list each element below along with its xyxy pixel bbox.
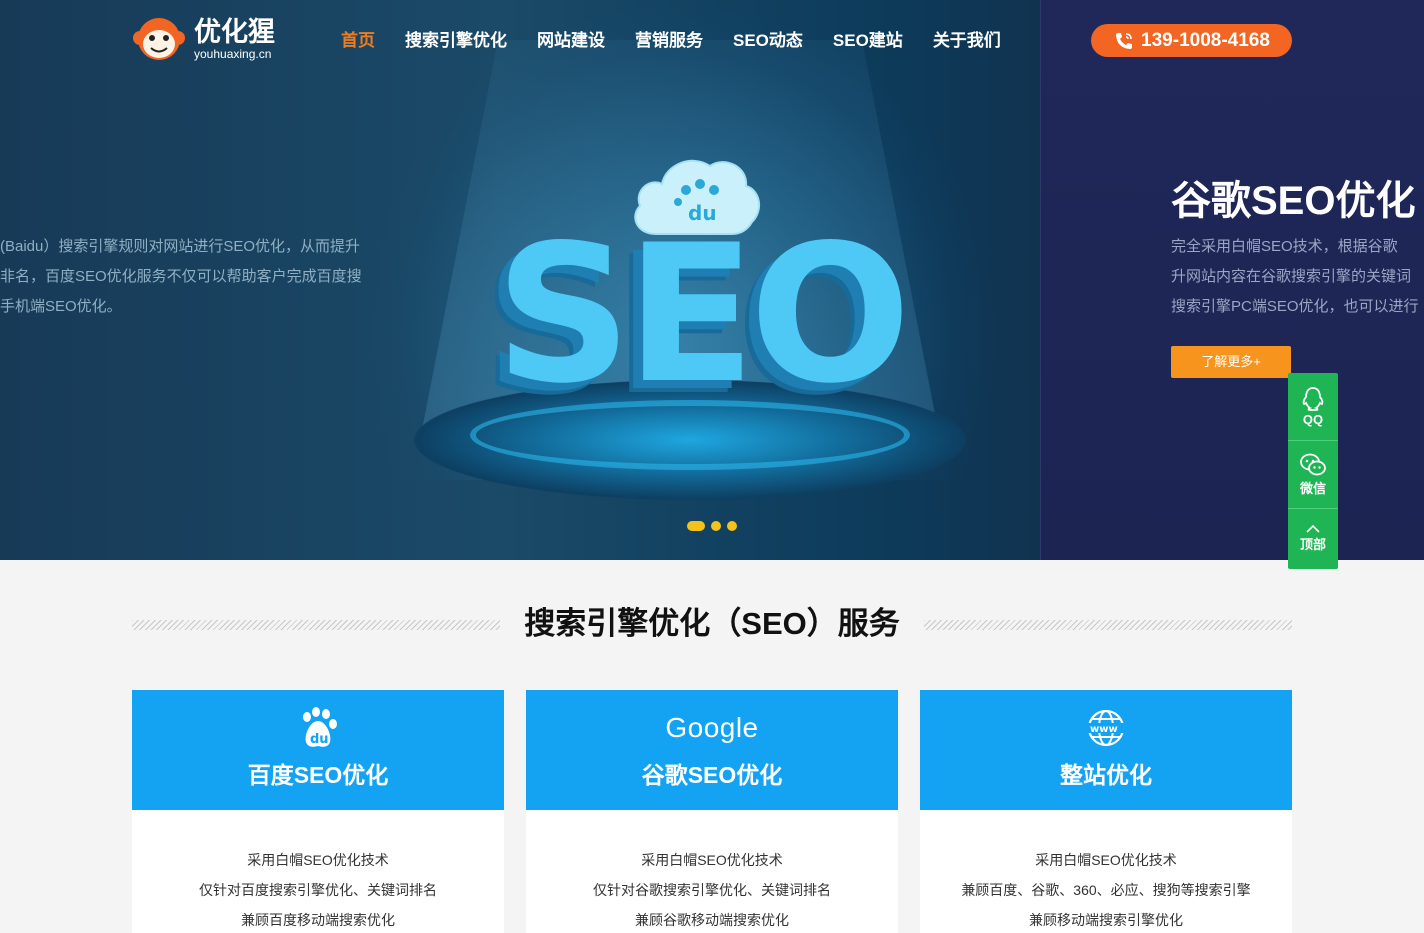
- nav-seo-site-building[interactable]: SEO建站: [833, 30, 903, 52]
- float-qq-button[interactable]: QQ: [1288, 373, 1338, 441]
- svg-text:du: du: [688, 201, 717, 225]
- site-logo[interactable]: 优化猩 youhuaxing.cn: [132, 14, 275, 64]
- slide-description-right: 完全采用白帽SEO技术，根据谷歌 升网站内容在谷歌搜索引擎的关键词 搜索引擎PC…: [1171, 238, 1419, 315]
- carousel-dot-3[interactable]: [727, 521, 737, 531]
- nav-search-engine-optimization[interactable]: 搜索引擎优化: [405, 30, 507, 52]
- carousel-dot-1[interactable]: [687, 521, 705, 531]
- globe-www-icon: www: [1087, 709, 1125, 747]
- service-card-baidu[interactable]: du 百度SEO优化 采用白帽SEO优化技术 仅针对百度搜索引擎优化、关键词排名…: [132, 690, 504, 933]
- learn-more-button[interactable]: 了解更多+: [1171, 346, 1291, 378]
- hero-banner: (Baidu）搜索引擎规则对网站进行SEO优化，从而提升 非名，百度SEO优化服…: [0, 0, 1424, 560]
- float-back-to-top-button[interactable]: 顶部: [1288, 509, 1338, 567]
- wechat-icon: [1300, 453, 1326, 476]
- baidu-paw-icon: du: [303, 707, 337, 747]
- nav-seo-news[interactable]: SEO动态: [733, 30, 803, 52]
- nav-website-building[interactable]: 网站建设: [537, 30, 605, 52]
- slide-description-left: (Baidu）搜索引擎规则对网站进行SEO优化，从而提升 非名，百度SEO优化服…: [0, 238, 362, 315]
- seo-graphic: SEO: [494, 204, 911, 425]
- svg-text:du: du: [310, 732, 329, 747]
- chevron-up-icon: [1306, 524, 1320, 533]
- qq-icon: [1302, 387, 1324, 411]
- carousel-dots: [687, 521, 737, 531]
- page: (Baidu）搜索引擎规则对网站进行SEO优化，从而提升 非名，百度SEO优化服…: [0, 0, 1424, 933]
- nav-about-us[interactable]: 关于我们: [933, 30, 1001, 52]
- phone-icon: [1116, 32, 1133, 49]
- section-title: 搜索引擎优化（SEO）服务: [524, 606, 900, 641]
- card-title: 百度SEO优化: [247, 762, 389, 788]
- phone-button[interactable]: 139-1008-4168: [1091, 24, 1292, 57]
- carousel-dot-2[interactable]: [711, 521, 721, 531]
- google-logo-icon: Google: [665, 712, 759, 743]
- main-nav: 首页 搜索引擎优化 网站建设 营销服务 SEO动态 SEO建站 关于我们: [341, 30, 1031, 52]
- card-title: 谷歌SEO优化: [641, 762, 783, 788]
- float-wechat-button[interactable]: 微信: [1288, 441, 1338, 509]
- monkey-logo-icon: [133, 18, 185, 60]
- nav-marketing-services[interactable]: 营销服务: [635, 30, 703, 52]
- nav-home[interactable]: 首页: [341, 30, 375, 52]
- logo-name: 优化猩: [194, 17, 275, 47]
- card-title: 整站优化: [1060, 762, 1152, 788]
- logo-domain: youhuaxing.cn: [194, 47, 272, 61]
- baidu-cloud-icon: du: [634, 159, 761, 235]
- phone-number: 139-1008-4168: [1141, 29, 1270, 51]
- svg-text:www: www: [1090, 724, 1118, 735]
- service-card-google[interactable]: Google 谷歌SEO优化 采用白帽SEO优化技术 仅针对谷歌搜索引擎优化、关…: [526, 690, 898, 933]
- slide-title: 谷歌SEO优化: [1171, 179, 1416, 223]
- floating-contact-bar: QQ 微信 顶部: [1288, 373, 1338, 569]
- service-card-whole-site[interactable]: www 整站优化 采用白帽SEO优化技术 兼顾百度、谷歌、360、必应、搜狗等搜…: [920, 690, 1292, 933]
